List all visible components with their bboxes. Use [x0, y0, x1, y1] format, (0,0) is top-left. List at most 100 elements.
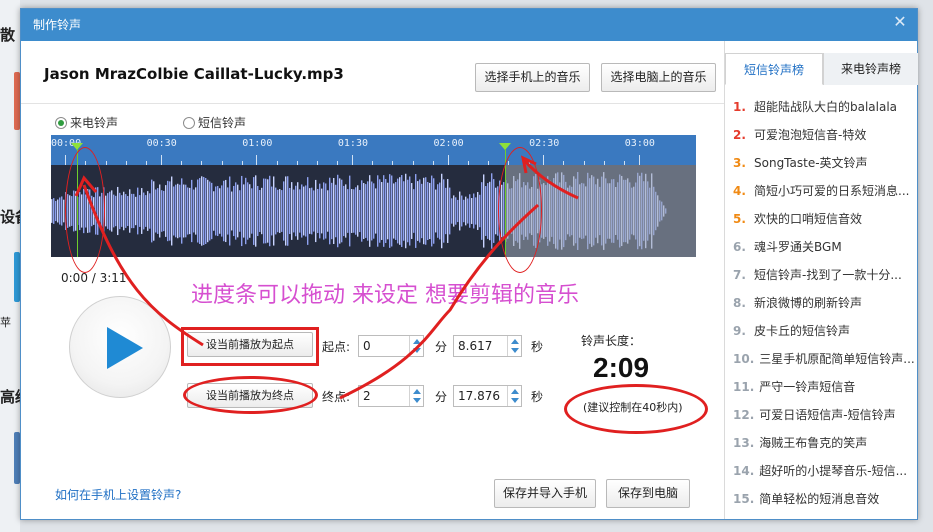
tab-sms-ranking[interactable]: 短信铃声榜	[725, 53, 823, 85]
ranking-title: 新浪微博的刷新铃声	[754, 296, 863, 310]
end-minutes-input[interactable]: 2	[358, 385, 424, 407]
ranking-item[interactable]: 1. 超能陆战队大白的balalala	[725, 93, 918, 121]
ranking-title: 简单轻松的短消息音效	[759, 492, 880, 506]
ranking-number: 7.	[733, 268, 746, 282]
waveform-bar	[225, 179, 227, 243]
waveform-bar	[369, 175, 371, 247]
waveform-bar	[353, 189, 355, 233]
ranking-item[interactable]: 6. 魂斗罗通关BGM	[725, 233, 918, 261]
waveform-bar	[243, 184, 245, 238]
play-button[interactable]	[69, 296, 171, 398]
tab-call-ranking[interactable]: 来电铃声榜	[823, 53, 918, 85]
waveform-bar	[417, 181, 419, 241]
waveform-bar	[441, 173, 443, 249]
ranking-item[interactable]: 14. 超好听的小提琴音乐-短信...	[725, 457, 918, 485]
timeline-ruler[interactable]: 00:00 00:30 01:00 01:30 02:00 02:30 03:00	[51, 135, 696, 165]
waveform-bar	[435, 189, 437, 233]
ranking-item[interactable]: 15. 简单轻松的短消息音效	[725, 485, 918, 513]
ranking-item[interactable]: 13. 海贼王布鲁克的笑声	[725, 429, 918, 457]
waveform-bar	[223, 180, 225, 242]
select-phone-music-button[interactable]: 选择手机上的音乐	[475, 63, 590, 92]
waveform-bar	[443, 179, 445, 243]
arrow-down-icon[interactable]	[413, 398, 421, 403]
waveform-bar	[123, 191, 125, 231]
background-label: 苹	[0, 316, 11, 329]
arrow-down-icon[interactable]	[413, 348, 421, 353]
tick-mark	[447, 155, 449, 165]
arrow-up-icon[interactable]	[511, 339, 519, 344]
waveform-bar	[177, 183, 179, 239]
start-seconds-input[interactable]: 8.617	[453, 335, 522, 357]
help-link[interactable]: 如何在手机上设置铃声?	[55, 486, 181, 503]
title-bar: 制作铃声 ✕	[21, 9, 917, 41]
waveform-bar	[445, 187, 447, 235]
end-seconds-value: 17.876	[458, 389, 500, 403]
ranking-title: 魂斗罗通关BGM	[754, 240, 842, 254]
waveform-bar	[393, 183, 395, 239]
ranking-item[interactable]: 3. SongTaste-英文铃声	[725, 149, 918, 177]
waveform-bar	[403, 181, 405, 241]
waveform-bar	[485, 186, 487, 236]
background-label: 高级	[0, 388, 20, 406]
ranking-item[interactable]: 10. 三星手机原配简单短信铃声...	[725, 345, 918, 373]
waveform-bar	[397, 178, 399, 244]
waveform-bar	[447, 179, 449, 243]
waveform-bar	[127, 196, 129, 226]
select-pc-music-button[interactable]: 选择电脑上的音乐	[601, 63, 716, 92]
radio-call-ringtone[interactable]: 来电铃声	[55, 115, 118, 131]
waveform-bar	[145, 195, 147, 227]
arrow-down-icon[interactable]	[511, 348, 519, 353]
waveform-bar	[477, 192, 479, 230]
ranking-item[interactable]: 12. 可爱日语短信声-短信铃声	[725, 401, 918, 429]
dialog-title: 制作铃声	[33, 18, 82, 32]
ranking-title: 简短小巧可爱的日系短消息...	[754, 184, 910, 198]
waveform-bar	[439, 182, 441, 240]
tick-mark	[543, 155, 545, 165]
radio-sms-ringtone[interactable]: 短信铃声	[183, 115, 246, 131]
waveform-bar	[283, 181, 285, 241]
ranking-item[interactable]: 11. 严守一铃声短信音	[725, 373, 918, 401]
radio-button[interactable]	[55, 117, 67, 129]
waveform-editor[interactable]: 00:00 00:30 01:00 01:30 02:00 02:30 03:00	[51, 135, 696, 257]
waveform-bar	[363, 183, 365, 239]
waveform-bar	[241, 175, 243, 247]
ranking-number: 15.	[733, 492, 755, 506]
waveform-bar	[143, 192, 145, 230]
ranking-item[interactable]: 2. 可爱泡泡短信音-特效	[725, 121, 918, 149]
arrow-up-icon[interactable]	[413, 339, 421, 344]
save-import-phone-button[interactable]: 保存并导入手机	[494, 479, 596, 508]
arrow-up-icon[interactable]	[413, 389, 421, 394]
waveform-bar	[459, 191, 461, 231]
tick-label: 00:30	[146, 138, 177, 149]
ranking-item[interactable]: 7. 短信铃声-找到了一款十分...	[725, 261, 918, 289]
waveform-bar	[345, 184, 347, 238]
ranking-item[interactable]: 9. 皮卡丘的短信铃声	[725, 317, 918, 345]
stepper-arrows[interactable]	[507, 336, 521, 356]
start-minutes-input[interactable]: 0	[358, 335, 424, 357]
stepper-arrows[interactable]	[507, 386, 521, 406]
stepper-arrows[interactable]	[409, 386, 423, 406]
ranking-item[interactable]: 5. 欢快的口哨短信音效	[725, 205, 918, 233]
arrow-up-icon[interactable]	[511, 389, 519, 394]
tick-label: 03:00	[624, 138, 655, 149]
waveform-bar	[421, 183, 423, 239]
waveform-bar	[405, 173, 407, 249]
ranking-item[interactable]: 4. 简短小巧可爱的日系短消息...	[725, 177, 918, 205]
arrow-down-icon[interactable]	[511, 398, 519, 403]
waveform-bar	[107, 193, 109, 229]
waveform-bar	[245, 177, 247, 245]
waveform-bar	[281, 190, 283, 232]
save-to-pc-button[interactable]: 保存到电脑	[606, 479, 690, 508]
ranking-item[interactable]: 8. 新浪微博的刷新铃声	[725, 289, 918, 317]
end-seconds-input[interactable]: 17.876	[453, 385, 522, 407]
highlight-ellipse	[65, 147, 105, 273]
waveform-bar	[483, 174, 485, 248]
waveform-bar	[327, 190, 329, 232]
radio-button[interactable]	[183, 117, 195, 129]
stepper-arrows[interactable]	[409, 336, 423, 356]
waveform-bar	[131, 193, 133, 229]
close-icon[interactable]: ✕	[891, 13, 909, 31]
waveform-bar	[341, 179, 343, 243]
waveform-bar	[191, 179, 193, 243]
waveform-bar	[279, 189, 281, 233]
